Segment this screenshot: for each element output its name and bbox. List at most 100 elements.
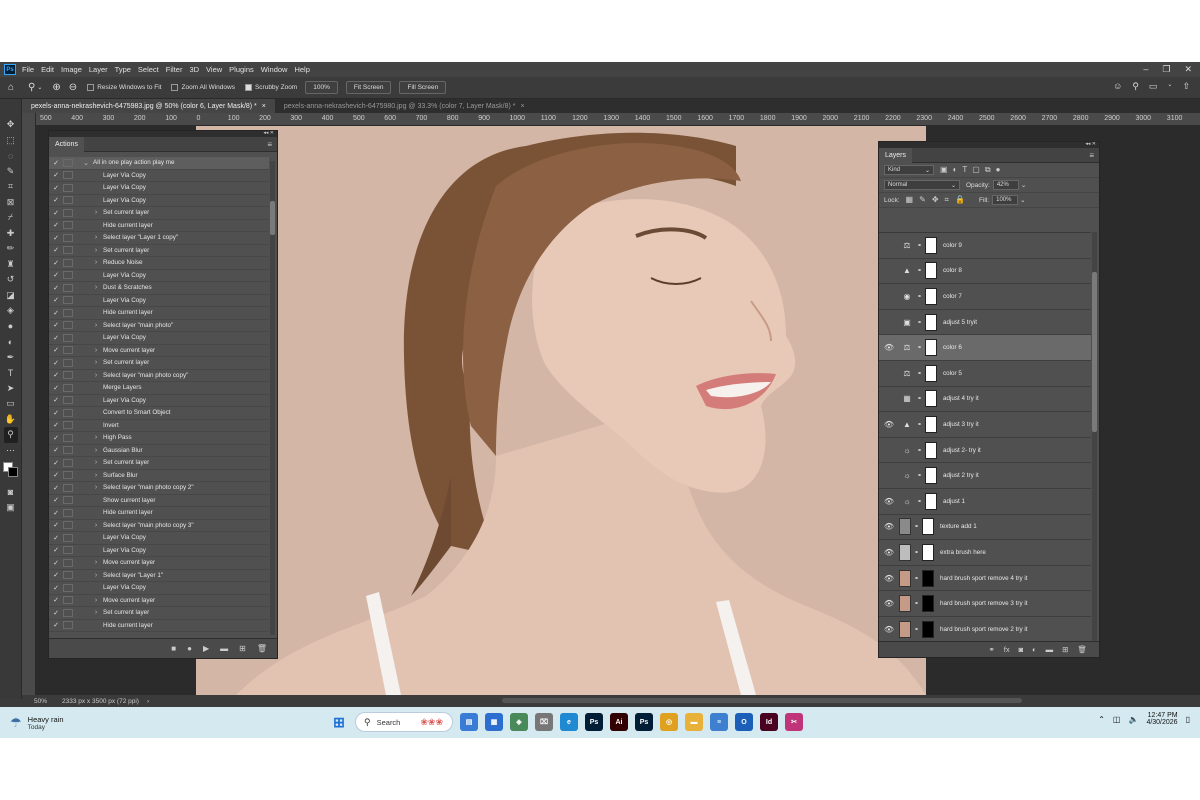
dialog-toggle[interactable] xyxy=(63,446,73,455)
check-icon[interactable]: ✓ xyxy=(49,384,63,392)
check-icon[interactable]: ✓ xyxy=(49,371,63,379)
dialog-toggle[interactable] xyxy=(63,496,73,505)
check-icon[interactable]: ✓ xyxy=(49,484,63,492)
resize-windows-checkbox[interactable]: Resize Windows to Fit xyxy=(87,84,161,91)
action-step-row[interactable]: ✓ Hide current layer xyxy=(49,507,269,520)
action-step-row[interactable]: ✓ › Select layer "main photo copy 3" xyxy=(49,520,269,532)
lock-image-icon[interactable]: ✎ xyxy=(919,195,926,205)
action-step-row[interactable]: ✓ › Select layer "Layer 1" xyxy=(49,570,269,582)
check-icon[interactable]: ✓ xyxy=(49,396,63,404)
check-icon[interactable]: ✓ xyxy=(49,546,63,554)
action-step-row[interactable]: ✓ › Move current layer xyxy=(49,557,269,570)
news-icon[interactable]: ◈ xyxy=(510,713,528,731)
menu-3d[interactable]: 3D xyxy=(189,65,199,74)
layer-thumbnail[interactable] xyxy=(899,595,911,613)
expand-chevron-icon[interactable]: › xyxy=(89,209,103,216)
artboard-icon[interactable]: ⌗ xyxy=(945,195,950,205)
add-mask-icon[interactable]: ◙ xyxy=(1019,645,1024,654)
check-icon[interactable]: ✓ xyxy=(49,559,63,567)
dialog-toggle[interactable] xyxy=(63,521,73,530)
dialog-toggle[interactable] xyxy=(63,471,73,480)
pixel-filter-icon[interactable]: ▣ xyxy=(940,165,948,175)
crop-tool-icon[interactable]: ⌗ xyxy=(4,179,18,195)
layer-row[interactable]: ▲ ⚭ color 8 xyxy=(879,259,1091,285)
action-step-row[interactable]: ✓ › Set current layer xyxy=(49,357,269,370)
layer-thumbnail[interactable] xyxy=(899,518,911,536)
action-step-row[interactable]: ✓ › Set current layer xyxy=(49,607,269,620)
check-icon[interactable]: ✓ xyxy=(49,209,63,217)
layer-mask-thumbnail[interactable] xyxy=(922,595,934,613)
action-step-row[interactable]: ✓ Layer Via Copy xyxy=(49,182,269,195)
shape-filter-icon[interactable]: ▢ xyxy=(972,165,980,175)
action-step-row[interactable]: ✓ Hide current layer xyxy=(49,220,269,232)
store-icon[interactable]: ▦ xyxy=(485,713,503,731)
horizontal-scrollbar[interactable] xyxy=(502,698,1022,703)
action-step-row[interactable]: ✓ Merge Layers xyxy=(49,382,269,395)
action-step-row[interactable]: ✓ › Set current layer xyxy=(49,245,269,257)
layer-style-icon[interactable]: fx xyxy=(1004,645,1010,654)
link-icon[interactable]: ⚭ xyxy=(917,344,923,351)
check-icon[interactable]: ✓ xyxy=(49,234,63,242)
eye-hidden-toggle[interactable] xyxy=(879,318,899,327)
layer-mask-thumbnail[interactable] xyxy=(922,620,934,638)
pen-tool-icon[interactable]: ✒ xyxy=(4,350,18,366)
check-icon[interactable]: ✓ xyxy=(49,334,63,342)
layer-row[interactable]: ⚖ ⚭ color 9 xyxy=(879,233,1091,259)
layer-row[interactable]: 👁 ⚭ hard brush sport remove 3 try it xyxy=(879,591,1091,617)
dialog-toggle[interactable] xyxy=(63,283,73,292)
account-icon[interactable]: ☺ xyxy=(1113,81,1122,92)
action-step-row[interactable]: ✓ › Reduce Noise xyxy=(49,257,269,270)
smart-object-filter-icon[interactable]: ⧉ xyxy=(985,165,991,175)
type-tool-icon[interactable]: T xyxy=(4,365,18,381)
dialog-toggle[interactable] xyxy=(63,621,73,630)
dialog-toggle[interactable] xyxy=(63,183,73,192)
new-adjustment-icon[interactable]: ◐ xyxy=(1032,645,1037,654)
eye-icon[interactable]: 👁 xyxy=(879,599,899,608)
volume-icon[interactable]: 🔈 xyxy=(1128,715,1138,724)
action-step-row[interactable]: ✓ › Select layer "main photo" xyxy=(49,320,269,332)
expand-chevron-icon[interactable]: › xyxy=(89,247,103,254)
action-step-row[interactable]: ✓ Layer Via Copy xyxy=(49,582,269,595)
action-step-row[interactable]: ✓ › Gaussian Blur xyxy=(49,445,269,457)
close-tab-icon[interactable]: × xyxy=(521,103,525,110)
link-icon[interactable]: ⚭ xyxy=(917,498,923,505)
healing-brush-tool-icon[interactable]: ✚ xyxy=(4,226,18,242)
expand-chevron-icon[interactable]: › xyxy=(89,284,103,291)
record-icon[interactable]: ● xyxy=(187,644,192,653)
panel-menu-icon[interactable]: ≡ xyxy=(1089,151,1094,160)
link-icon[interactable]: ⚭ xyxy=(917,370,923,377)
dialog-toggle[interactable] xyxy=(63,558,73,567)
action-step-row[interactable]: ✓ Hide current layer xyxy=(49,620,269,632)
path-select-tool-icon[interactable]: ➤ xyxy=(4,381,18,397)
menu-type[interactable]: Type xyxy=(115,65,131,74)
lock-position-icon[interactable]: ✥ xyxy=(932,195,939,205)
home-icon[interactable]: ⌂ xyxy=(8,82,14,93)
close-tab-icon[interactable]: × xyxy=(262,103,266,110)
action-step-row[interactable]: ✓ Show current layer xyxy=(49,495,269,507)
check-icon[interactable]: ✓ xyxy=(49,309,63,317)
action-step-row[interactable]: ✓ › Select layer "Layer 1 copy" xyxy=(49,232,269,245)
dialog-toggle[interactable] xyxy=(63,458,73,467)
screen-mode-icon[interactable]: ▣ xyxy=(4,500,18,516)
layer-mask-thumbnail[interactable] xyxy=(925,262,937,280)
expand-chevron-icon[interactable]: › xyxy=(89,484,103,491)
check-icon[interactable]: ✓ xyxy=(49,409,63,417)
expand-chevron-icon[interactable]: › xyxy=(89,609,103,616)
layer-mask-thumbnail[interactable] xyxy=(925,390,937,408)
dialog-toggle[interactable] xyxy=(63,208,73,217)
dialog-toggle[interactable] xyxy=(63,321,73,330)
zoom-tool-icon[interactable]: ⚲ xyxy=(3,427,18,443)
link-layers-icon[interactable]: ⚭ xyxy=(988,645,994,654)
link-icon[interactable]: ⚭ xyxy=(917,421,923,428)
action-step-row[interactable]: ✓ Layer Via Copy xyxy=(49,295,269,307)
check-icon[interactable]: ✓ xyxy=(49,321,63,329)
share-icon[interactable]: ⇧ xyxy=(1182,81,1190,92)
collapse-icon[interactable]: ◂◂ ✕ xyxy=(1085,142,1096,147)
actions-scrollbar[interactable] xyxy=(270,161,275,635)
dialog-toggle[interactable] xyxy=(63,596,73,605)
dialog-toggle[interactable] xyxy=(63,483,73,492)
dialog-toggle[interactable] xyxy=(63,171,73,180)
quick-mask-icon[interactable]: ◙ xyxy=(4,484,18,500)
check-icon[interactable]: ✓ xyxy=(49,171,63,179)
expand-chevron-icon[interactable]: › xyxy=(89,234,103,241)
